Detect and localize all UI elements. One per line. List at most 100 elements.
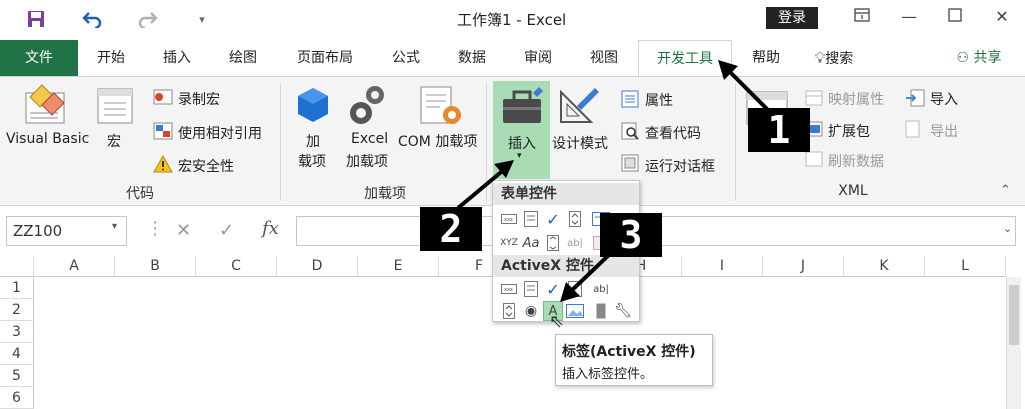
expansion-packs-label[interactable]: 扩展包 [828,121,870,141]
ribbon-tabs: 文件 开始 插入 绘图 页面布局 公式 数据 审阅 视图 开发工具 帮助 💡︎搜… [0,40,1025,77]
macros-icon[interactable] [94,83,136,127]
visual-basic-icon[interactable] [22,83,68,127]
expand-formula-bar-icon[interactable]: ⌄ [1003,222,1012,235]
properties-label[interactable]: 属性 [645,90,673,110]
svg-text:xxx: xxx [504,217,513,223]
excel-addins-label-line2[interactable]: 加载项 [346,151,388,171]
tab-formulas[interactable]: 公式 [384,40,428,76]
form-controls-header: 表单控件 [493,183,639,205]
insert-controls-label[interactable]: 插入 [508,133,536,153]
design-mode-label[interactable]: 设计模式 [552,133,608,153]
form-label-icon[interactable]: Aa [521,233,541,253]
tab-home[interactable]: 开始 [88,40,134,76]
addins-icon[interactable] [292,85,334,127]
import-label[interactable]: 导入 [930,89,958,109]
minimize-icon[interactable]: — [897,6,921,28]
collapse-ribbon-icon[interactable]: ⌃ [1000,183,1011,198]
cancel-icon[interactable]: ✕ [176,220,191,241]
com-addins-icon[interactable] [418,83,464,127]
activex-combo-box-icon[interactable] [521,279,541,299]
redo-icon[interactable] [136,8,160,30]
activex-image-icon[interactable] [565,301,585,321]
record-macro-icon[interactable] [152,87,174,107]
undo-icon[interactable] [80,8,104,30]
column-header[interactable]: I [682,256,763,277]
tab-draw[interactable]: 绘图 [220,40,266,76]
tab-insert[interactable]: 插入 [154,40,200,76]
import-icon[interactable] [904,88,926,108]
name-box-dropdown-icon[interactable]: ▾ [112,221,117,232]
column-header[interactable]: J [763,256,844,277]
row-header[interactable]: 6 [0,387,34,409]
form-group-box-icon[interactable]: XYZ [499,233,519,253]
tab-view[interactable]: 视图 [582,40,626,76]
enter-icon[interactable]: ✓ [219,220,234,241]
row-header[interactable]: 3 [0,321,34,343]
activex-option-button-icon[interactable]: ◉ [521,301,541,321]
view-code-label[interactable]: 查看代码 [645,123,701,143]
login-button[interactable]: 登录 [766,7,818,29]
tab-developer[interactable]: 开发工具 [638,40,732,77]
row-header[interactable]: 1 [0,277,34,299]
tab-help[interactable]: 帮助 [744,40,788,76]
properties-icon[interactable] [620,89,640,109]
customize-qat-icon[interactable]: ▾ [192,8,212,30]
visual-basic-label[interactable]: Visual Basic [6,131,89,147]
select-all-corner[interactable] [0,256,34,277]
maximize-icon[interactable] [943,6,967,28]
column-header[interactable]: C [196,256,277,277]
record-macro-label[interactable]: 录制宏 [178,89,220,109]
design-mode-icon[interactable] [556,83,602,127]
com-addins-label[interactable]: COM 加载项 [398,131,477,151]
activex-button-icon[interactable]: xxx [499,279,519,299]
ribbon-display-options-icon[interactable] [850,6,874,28]
view-code-icon[interactable] [620,121,640,141]
tab-file[interactable]: 文件 [0,40,78,76]
column-header[interactable]: D [277,256,358,277]
form-combo-box-icon[interactable] [521,209,541,229]
macro-security-label[interactable]: 宏安全性 [178,156,234,176]
column-header[interactable]: K [844,256,925,277]
activex-toggle-button-icon[interactable] [591,301,611,321]
excel-addins-icon[interactable] [346,83,390,127]
tab-page-layout[interactable]: 页面布局 [287,40,363,76]
activex-text-box-icon[interactable]: ab| [591,279,611,299]
macros-label[interactable]: 宏 [107,131,121,151]
insert-function-button[interactable]: fx [262,218,279,239]
row-header[interactable]: 2 [0,299,34,321]
name-box[interactable]: ZZ100 [6,216,127,246]
form-scrollbar-icon[interactable] [543,233,563,253]
excel-addins-label-line1[interactable]: Excel [351,131,388,147]
row-header[interactable]: 5 [0,365,34,387]
activex-checkbox-icon[interactable]: ✓ [543,279,563,299]
column-header[interactable]: E [358,256,439,277]
tab-data[interactable]: 数据 [450,40,494,76]
share-button[interactable]: ⚇ 共享 [950,40,1008,76]
tab-review[interactable]: 审阅 [516,40,560,76]
form-checkbox-icon[interactable]: ✓ [543,209,563,229]
run-dialog-icon[interactable] [620,153,640,173]
row-header[interactable]: 4 [0,343,34,365]
warning-icon[interactable] [152,154,174,174]
relative-reference-label[interactable]: 使用相对引用 [178,123,262,143]
run-dialog-label[interactable]: 运行对话框 [645,156,715,176]
column-header[interactable]: B [115,256,196,277]
column-header[interactable]: L [925,256,1006,277]
activex-list-box-icon[interactable] [565,279,585,299]
form-button-control-icon[interactable]: xxx [499,209,519,229]
chevron-down-icon: ▾ [517,151,522,161]
scrollbar-thumb[interactable] [1009,285,1019,345]
toolbox-icon[interactable] [498,85,546,129]
activex-spin-button-icon[interactable] [499,301,519,321]
tell-me-search[interactable]: 💡︎搜索 [804,40,864,76]
addins-label-line1[interactable]: 加 [306,131,320,151]
addins-label-line2[interactable]: 载项 [298,151,326,171]
column-header[interactable]: A [34,256,115,277]
close-icon[interactable]: ✕ [990,6,1014,28]
more-controls-icon[interactable]: 🔧︎ [613,301,633,321]
relative-reference-icon[interactable] [152,121,174,141]
form-spin-button-icon[interactable] [565,209,585,229]
save-icon[interactable] [24,8,48,30]
activex-controls-header: ActiveX 控件 [493,255,639,277]
vertical-scrollbar[interactable] [1006,277,1021,409]
